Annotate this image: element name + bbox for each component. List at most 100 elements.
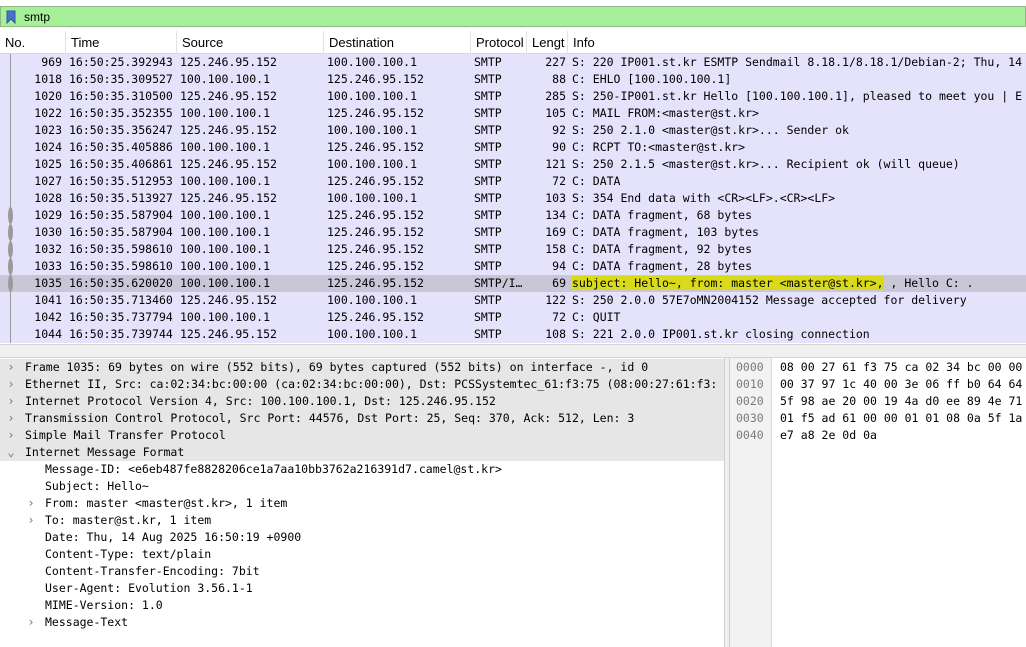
expand-arrow-icon[interactable]: › <box>5 376 17 393</box>
packet-row[interactable]: 1024 16:50:35.405886 100.100.100.1 125.246.… <box>0 139 1026 156</box>
packet-protocol: SMTP <box>474 157 502 171</box>
detail-tree-item[interactable]: › Frame 1035: 69 bytes on wire (552 bits)… <box>0 359 724 376</box>
packet-length: 69 <box>552 276 566 290</box>
packet-source: 125.246.95.152 <box>180 89 277 103</box>
detail-tree-item[interactable]: Date: Thu, 14 Aug 2025 16:50:19 +0900 <box>0 529 724 546</box>
detail-tree-item[interactable]: Message-ID: <e6eb487fe8828206ce1a7aa10bb… <box>0 461 724 478</box>
pane-splitter-horizontal[interactable] <box>0 344 1026 358</box>
packet-destination: 125.246.95.152 <box>327 208 424 222</box>
byte-hex[interactable]: 5f 98 ae 20 00 19 4a d0 ee 89 4e 71 <box>780 393 1022 410</box>
packet-row[interactable]: 1030 16:50:35.587904 100.100.100.1 125.246.… <box>0 224 1026 241</box>
packet-time: 16:50:35.587904 <box>69 208 173 222</box>
packet-time: 16:50:35.309527 <box>69 72 173 86</box>
detail-tree-item[interactable]: MIME-Version: 1.0 <box>0 597 724 614</box>
display-filter-input[interactable]: smtp <box>24 10 50 24</box>
bytes-row[interactable]: 0030 01 f5 ad 61 00 00 01 01 08 0a 5f 1a <box>730 410 1026 427</box>
packet-row[interactable]: 1041 16:50:35.713460 125.246.95.152 100.100… <box>0 292 1026 309</box>
packet-source: 100.100.100.1 <box>180 276 271 290</box>
packet-row[interactable]: 1032 16:50:35.598610 100.100.100.1 125.246.… <box>0 241 1026 258</box>
byte-hex[interactable]: 00 37 97 1c 40 00 3e 06 ff b0 64 64 <box>780 376 1022 393</box>
detail-tree-item[interactable]: Content-Transfer-Encoding: 7bit <box>0 563 724 580</box>
detail-text: Message-ID: <e6eb487fe8828206ce1a7aa10bb… <box>45 462 502 476</box>
bytes-row[interactable]: 0000 08 00 27 61 f3 75 ca 02 34 bc 00 00 <box>730 359 1026 376</box>
packet-length: 158 <box>545 242 566 256</box>
column-header-no[interactable]: No. <box>0 31 66 54</box>
packet-protocol: SMTP <box>474 259 502 273</box>
byte-offset: 0010 <box>736 377 764 391</box>
packet-no: 1030 <box>34 225 62 239</box>
expand-arrow-icon[interactable]: › <box>5 393 17 410</box>
column-header-destination[interactable]: Destination <box>324 31 471 54</box>
expand-arrow-icon[interactable]: › <box>5 410 17 427</box>
packet-time: 16:50:35.352355 <box>69 106 173 120</box>
byte-offset: 0040 <box>736 428 764 442</box>
packet-time: 16:50:35.739744 <box>69 327 173 341</box>
packet-destination: 100.100.100.1 <box>327 191 418 205</box>
column-header-protocol[interactable]: Protocol <box>471 31 527 54</box>
bytes-row[interactable]: 0040 e7 a8 2e 0d 0a <box>730 427 1026 444</box>
detail-tree-item[interactable]: Content-Type: text/plain <box>0 546 724 563</box>
packet-row[interactable]: 1033 16:50:35.598610 100.100.100.1 125.246.… <box>0 258 1026 275</box>
detail-tree-item[interactable]: ⌄ Internet Message Format <box>0 444 724 461</box>
packet-row[interactable]: 1035 16:50:35.620020 100.100.100.1 125.246.… <box>0 275 1026 292</box>
packet-info: C: EHLO [100.100.100.1] <box>572 72 732 86</box>
detail-tree-item[interactable]: Subject: Hello~ <box>0 478 724 495</box>
bytes-row[interactable]: 0020 5f 98 ae 20 00 19 4a d0 ee 89 4e 71 <box>730 393 1026 410</box>
packet-length: 88 <box>552 72 566 86</box>
packet-destination: 125.246.95.152 <box>327 225 424 239</box>
packet-destination: 125.246.95.152 <box>327 174 424 188</box>
detail-tree-item[interactable]: › To: master@st.kr, 1 item <box>0 512 724 529</box>
packet-row[interactable]: 1028 16:50:35.513927 125.246.95.152 100.100… <box>0 190 1026 207</box>
packet-row[interactable]: 1025 16:50:35.406861 125.246.95.152 100.100… <box>0 156 1026 173</box>
detail-tree-item[interactable]: › Simple Mail Transfer Protocol <box>0 427 724 444</box>
packet-row[interactable]: 1018 16:50:35.309527 100.100.100.1 125.246.… <box>0 71 1026 88</box>
packet-destination: 125.246.95.152 <box>327 242 424 256</box>
detail-tree-item[interactable]: › Message-Text <box>0 614 724 631</box>
display-filter-bar[interactable]: smtp <box>0 6 1026 27</box>
packet-length: 108 <box>545 327 566 341</box>
packet-row[interactable]: 1022 16:50:35.352355 100.100.100.1 125.246.… <box>0 105 1026 122</box>
packet-row[interactable]: 1029 16:50:35.587904 100.100.100.1 125.246.… <box>0 207 1026 224</box>
packet-length: 72 <box>552 174 566 188</box>
collapse-arrow-icon[interactable]: ⌄ <box>5 444 17 461</box>
packet-row[interactable]: 1042 16:50:35.737794 100.100.100.1 125.246.… <box>0 309 1026 326</box>
expand-arrow-icon[interactable]: › <box>25 495 37 512</box>
packet-source: 100.100.100.1 <box>180 72 271 86</box>
packet-length: 285 <box>545 89 566 103</box>
detail-text: Transmission Control Protocol, Src Port:… <box>25 411 635 425</box>
packet-row[interactable]: 969 16:50:25.392943 125.246.95.152 100.100.… <box>0 54 1026 71</box>
packet-row[interactable]: 1023 16:50:35.356247 125.246.95.152 100.100… <box>0 122 1026 139</box>
packet-row[interactable]: 1027 16:50:35.512953 100.100.100.1 125.246.… <box>0 173 1026 190</box>
detail-tree-item[interactable]: › Ethernet II, Src: ca:02:34:bc:00:00 (ca… <box>0 376 724 393</box>
byte-hex[interactable]: e7 a8 2e 0d 0a <box>780 427 877 444</box>
packet-protocol: SMTP <box>474 310 502 324</box>
packet-length: 121 <box>545 157 566 171</box>
detail-text: Frame 1035: 69 bytes on wire (552 bits),… <box>25 360 649 374</box>
expand-arrow-icon[interactable]: › <box>25 614 37 631</box>
column-header-length[interactable]: Lengt <box>527 31 568 54</box>
expand-arrow-icon[interactable]: › <box>5 427 17 444</box>
detail-tree-item[interactable]: › From: master <master@st.kr>, 1 item <box>0 495 724 512</box>
detail-text: Content-Type: text/plain <box>45 547 212 561</box>
bookmark-icon[interactable] <box>4 8 18 25</box>
detail-tree-item[interactable]: › Internet Protocol Version 4, Src: 100.1… <box>0 393 724 410</box>
packet-info: S: 220 IP001.st.kr ESMTP Sendmail 8.18.1… <box>572 55 1023 69</box>
byte-hex[interactable]: 08 00 27 61 f3 75 ca 02 34 bc 00 00 <box>780 359 1022 376</box>
packet-protocol: SMTP <box>474 72 502 86</box>
detail-text: Ethernet II, Src: ca:02:34:bc:00:00 (ca:… <box>25 377 718 391</box>
detail-tree-item[interactable]: › Transmission Control Protocol, Src Port… <box>0 410 724 427</box>
packet-destination: 100.100.100.1 <box>327 123 418 137</box>
expand-arrow-icon[interactable]: › <box>5 359 17 376</box>
detail-text: Message-Text <box>45 615 129 629</box>
packet-protocol: SMTP <box>474 293 502 307</box>
detail-tree-item[interactable]: User-Agent: Evolution 3.56.1-1 <box>0 580 724 597</box>
packet-length: 169 <box>545 225 566 239</box>
bytes-row[interactable]: 0010 00 37 97 1c 40 00 3e 06 ff b0 64 64 <box>730 376 1026 393</box>
packet-row[interactable]: 1044 16:50:35.739744 125.246.95.152 100.100… <box>0 326 1026 343</box>
column-header-time[interactable]: Time <box>66 31 177 54</box>
expand-arrow-icon[interactable]: › <box>25 512 37 529</box>
column-header-source[interactable]: Source <box>177 31 324 54</box>
column-header-info[interactable]: Info <box>568 31 1026 54</box>
byte-hex[interactable]: 01 f5 ad 61 00 00 01 01 08 0a 5f 1a <box>780 410 1022 427</box>
packet-row[interactable]: 1020 16:50:35.310500 125.246.95.152 100.100… <box>0 88 1026 105</box>
